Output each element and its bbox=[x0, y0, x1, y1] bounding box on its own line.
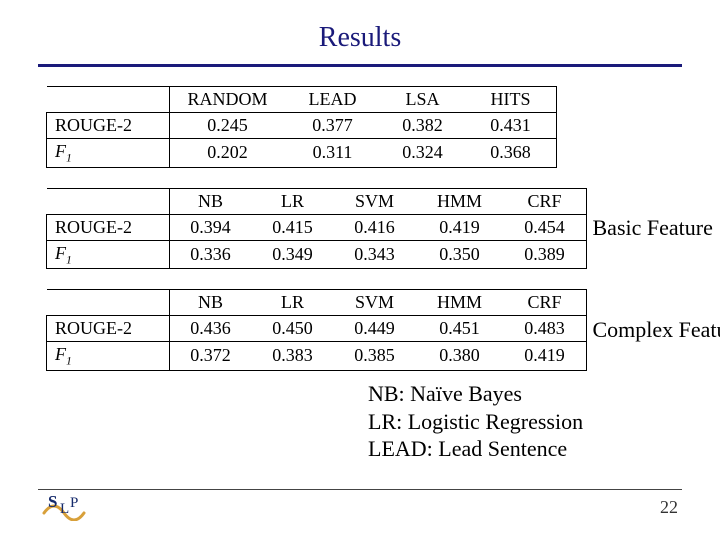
cell: 0.454 bbox=[504, 214, 587, 240]
tables-area: RANDOM LEAD LSA HITS ROUGE-2 0.245 0.377… bbox=[46, 86, 720, 391]
legend: NB: Naïve Bayes LR: Logistic Regression … bbox=[368, 380, 583, 463]
cell: 0.324 bbox=[380, 139, 466, 168]
cell: 0.382 bbox=[380, 113, 466, 139]
col-header: NB bbox=[169, 290, 252, 316]
cell: 0.385 bbox=[334, 342, 416, 371]
footer-rule bbox=[38, 489, 682, 490]
side-label-complex: Complex Feature bbox=[593, 317, 720, 343]
cell: 0.383 bbox=[252, 342, 334, 371]
cell: 0.449 bbox=[334, 316, 416, 342]
cell: 0.372 bbox=[169, 342, 252, 371]
svg-text:L: L bbox=[60, 501, 69, 517]
table-row: F1 0.336 0.349 0.343 0.350 0.389 bbox=[47, 240, 587, 269]
table-complex-block: NB LR SVM HMM CRF ROUGE-2 0.436 0.450 0.… bbox=[46, 289, 720, 371]
table-baseline-block: RANDOM LEAD LSA HITS ROUGE-2 0.245 0.377… bbox=[46, 86, 720, 168]
col-header: RANDOM bbox=[169, 87, 286, 113]
row-label: ROUGE-2 bbox=[47, 113, 170, 139]
legend-line: NB: Naïve Bayes bbox=[368, 380, 583, 408]
cell: 0.431 bbox=[466, 113, 557, 139]
table-basic: NB LR SVM HMM CRF ROUGE-2 0.394 0.415 0.… bbox=[46, 188, 587, 270]
cell: 0.368 bbox=[466, 139, 557, 168]
table-basic-block: NB LR SVM HMM CRF ROUGE-2 0.394 0.415 0.… bbox=[46, 188, 720, 270]
table-row: ROUGE-2 0.436 0.450 0.449 0.451 0.483 bbox=[47, 316, 587, 342]
cell: 0.416 bbox=[334, 214, 416, 240]
cell: 0.415 bbox=[252, 214, 334, 240]
col-header: LSA bbox=[380, 87, 466, 113]
table-header-row: NB LR SVM HMM CRF bbox=[47, 188, 587, 214]
cell: 0.451 bbox=[416, 316, 504, 342]
cell: 0.394 bbox=[169, 214, 252, 240]
cell: 0.245 bbox=[169, 113, 286, 139]
slide: { "title": "Results", "tables": { "basel… bbox=[0, 0, 720, 540]
col-header: SVM bbox=[334, 188, 416, 214]
cell: 0.343 bbox=[334, 240, 416, 269]
col-header: LEAD bbox=[286, 87, 380, 113]
col-header: LR bbox=[252, 188, 334, 214]
legend-line: LEAD: Lead Sentence bbox=[368, 435, 583, 463]
col-header: HMM bbox=[416, 188, 504, 214]
col-header: HITS bbox=[466, 87, 557, 113]
cell: 0.389 bbox=[504, 240, 587, 269]
table-row: F1 0.202 0.311 0.324 0.368 bbox=[47, 139, 557, 168]
slp-logo-icon: S L P bbox=[42, 491, 86, 526]
row-label: F1 bbox=[47, 139, 170, 168]
cell: 0.350 bbox=[416, 240, 504, 269]
row-label: ROUGE-2 bbox=[47, 316, 170, 342]
cell: 0.436 bbox=[169, 316, 252, 342]
cell: 0.349 bbox=[252, 240, 334, 269]
table-complex: NB LR SVM HMM CRF ROUGE-2 0.436 0.450 0.… bbox=[46, 289, 587, 371]
cell: 0.202 bbox=[169, 139, 286, 168]
row-label: ROUGE-2 bbox=[47, 214, 170, 240]
col-header: HMM bbox=[416, 290, 504, 316]
table-baseline: RANDOM LEAD LSA HITS ROUGE-2 0.245 0.377… bbox=[46, 86, 557, 168]
page-title: Results bbox=[0, 22, 720, 54]
table-row: F1 0.372 0.383 0.385 0.380 0.419 bbox=[47, 342, 587, 371]
row-label: F1 bbox=[47, 240, 170, 269]
cell: 0.450 bbox=[252, 316, 334, 342]
table-row: ROUGE-2 0.394 0.415 0.416 0.419 0.454 bbox=[47, 214, 587, 240]
col-header: CRF bbox=[504, 188, 587, 214]
cell: 0.419 bbox=[416, 214, 504, 240]
cell: 0.377 bbox=[286, 113, 380, 139]
svg-text:S: S bbox=[48, 492, 57, 511]
legend-line: LR: Logistic Regression bbox=[368, 408, 583, 436]
col-header: LR bbox=[252, 290, 334, 316]
table-header-row: RANDOM LEAD LSA HITS bbox=[47, 87, 557, 113]
cell: 0.311 bbox=[286, 139, 380, 168]
title-underline bbox=[38, 64, 682, 67]
side-label-basic: Basic Feature bbox=[593, 215, 713, 241]
col-header: CRF bbox=[504, 290, 587, 316]
page-number: 22 bbox=[660, 497, 678, 518]
cell: 0.336 bbox=[169, 240, 252, 269]
svg-text:P: P bbox=[70, 495, 78, 511]
cell: 0.380 bbox=[416, 342, 504, 371]
col-header: NB bbox=[169, 188, 252, 214]
table-header-row: NB LR SVM HMM CRF bbox=[47, 290, 587, 316]
cell: 0.483 bbox=[504, 316, 587, 342]
row-label: F1 bbox=[47, 342, 170, 371]
cell: 0.419 bbox=[504, 342, 587, 371]
table-row: ROUGE-2 0.245 0.377 0.382 0.431 bbox=[47, 113, 557, 139]
col-header: SVM bbox=[334, 290, 416, 316]
